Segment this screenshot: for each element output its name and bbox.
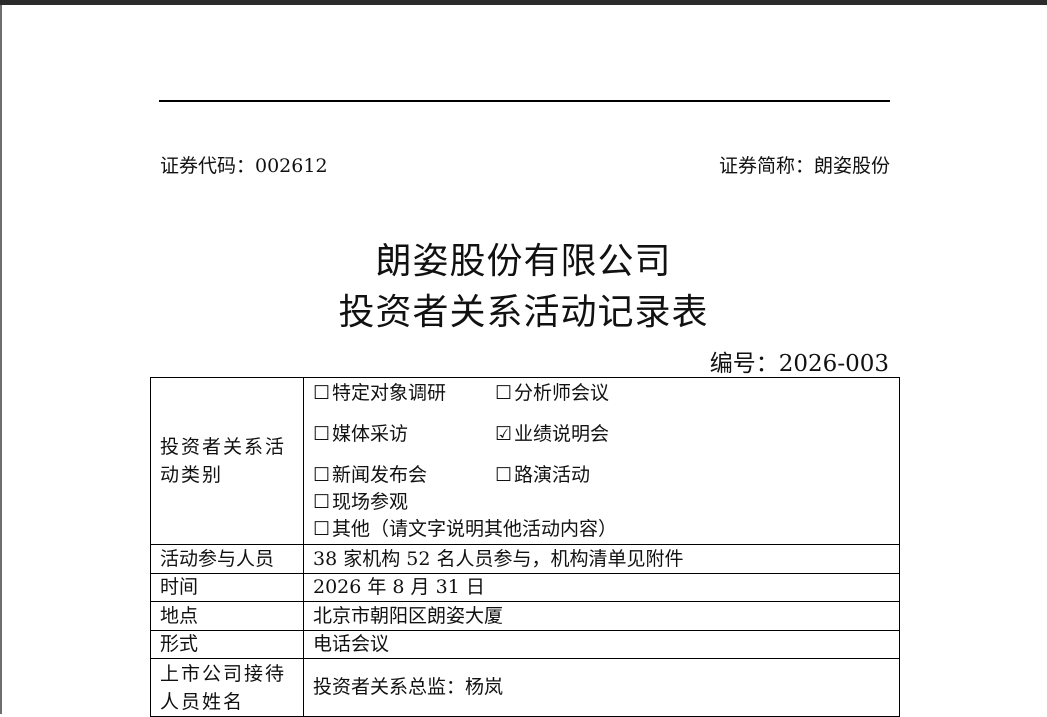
option-item: ☐ 现场参观 (313, 491, 408, 513)
option-label: 其他（请文字说明其他活动内容） (332, 517, 618, 540)
table-row: 时间 2026 年 8 月 31 日 (150, 573, 900, 602)
checkbox-icon: ☐ (313, 517, 331, 540)
reception-staff-label-text: 上市公司接待人员姓名 (160, 662, 287, 713)
table-row: 形式 电话会议 (150, 630, 900, 659)
table-row: 投资者关系活动类别 ☐ 特定对象调研 ☐ 分析师会议 ☐ 媒体采访 ☑ 业绩说明会 ☐ 新闻发… (150, 377, 900, 545)
checkbox-icon: ☐ (313, 490, 331, 513)
option-label: 分析师会议 (514, 381, 610, 404)
option-item: ☐ 媒体采访 (313, 421, 495, 448)
activity-record-table: 投资者关系活动类别 ☐ 特定对象调研 ☐ 分析师会议 ☐ 媒体采访 ☑ 业绩说明会 ☐ 新闻发… (150, 377, 900, 717)
activity-type-label: 投资者关系活动类别 (160, 436, 287, 486)
option-label: 特定对象调研 (332, 381, 447, 404)
option-item: ☐ 其他（请文字说明其他活动内容） (313, 518, 617, 540)
checkbox-icon: ☐ (495, 381, 513, 404)
activity-type-options-cell: ☐ 特定对象调研 ☐ 分析师会议 ☐ 媒体采访 ☑ 业绩说明会 ☐ 新闻发布会 ☐ 路演活动 ☐ 现… (303, 377, 900, 545)
option-label: 现场参观 (332, 490, 409, 513)
reception-staff-label: 上市公司接待人员姓名 (150, 658, 304, 717)
participants-label: 活动参与人员 (150, 544, 304, 574)
option-label: 路演活动 (514, 463, 591, 486)
time-value: 2026 年 8 月 31 日 (303, 573, 900, 602)
option-line: ☐ 其他（请文字说明其他活动内容） (313, 516, 890, 543)
option-label: 媒体采访 (332, 422, 409, 445)
option-item: ☐ 新闻发布会 (313, 462, 495, 489)
format-label: 形式 (150, 630, 304, 659)
checkbox-icon: ☐ (313, 381, 331, 404)
location-value: 北京市朝阳区朗姿大厦 (303, 601, 900, 631)
option-item: ☐ 特定对象调研 (313, 380, 495, 407)
option-line: ☐ 媒体采访 ☑ 业绩说明会 (313, 421, 890, 448)
table-row: 地点 北京市朝阳区朗姿大厦 (150, 601, 900, 631)
option-item: ☑ 业绩说明会 (495, 423, 609, 445)
stock-abbreviation: 证券简称：朗姿股份 (718, 155, 890, 177)
document-number: 编号：2026-003 (709, 351, 889, 377)
stock-code: 证券代码：002612 (160, 155, 328, 177)
checkbox-icon: ☐ (495, 463, 513, 486)
format-value: 电话会议 (303, 630, 900, 659)
location-label: 地点 (150, 601, 304, 631)
option-item: ☐ 路演活动 (495, 464, 590, 486)
checkbox-icon: ☐ (313, 463, 331, 486)
checkbox-icon: ☐ (313, 422, 331, 445)
document-page: 证券代码：002612 证券简称：朗姿股份 朗姿股份有限公司 投资者关系活动记录… (0, 0, 1047, 717)
option-line: ☐ 现场参观 (313, 489, 890, 516)
option-line: ☐ 特定对象调研 ☐ 分析师会议 (313, 380, 890, 407)
option-label: 业绩说明会 (514, 422, 610, 445)
document-title-record: 投资者关系活动记录表 (338, 292, 709, 333)
activity-type-label-cell: 投资者关系活动类别 (150, 377, 304, 545)
option-line: ☐ 新闻发布会 ☐ 路演活动 (313, 462, 890, 489)
header-rule (159, 100, 890, 102)
reception-staff-value: 投资者关系总监：杨岚 (303, 658, 900, 717)
participants-value: 38 家机构 52 名人员参与，机构清单见附件 (303, 544, 900, 574)
document-title-company: 朗姿股份有限公司 (375, 241, 672, 282)
checked-checkbox-icon: ☑ (495, 422, 513, 445)
table-row: 活动参与人员 38 家机构 52 名人员参与，机构清单见附件 (150, 544, 900, 574)
table-row: 上市公司接待人员姓名 投资者关系总监：杨岚 (150, 658, 900, 717)
time-label: 时间 (150, 573, 304, 602)
option-label: 新闻发布会 (332, 463, 428, 486)
option-item: ☐ 分析师会议 (495, 382, 609, 404)
